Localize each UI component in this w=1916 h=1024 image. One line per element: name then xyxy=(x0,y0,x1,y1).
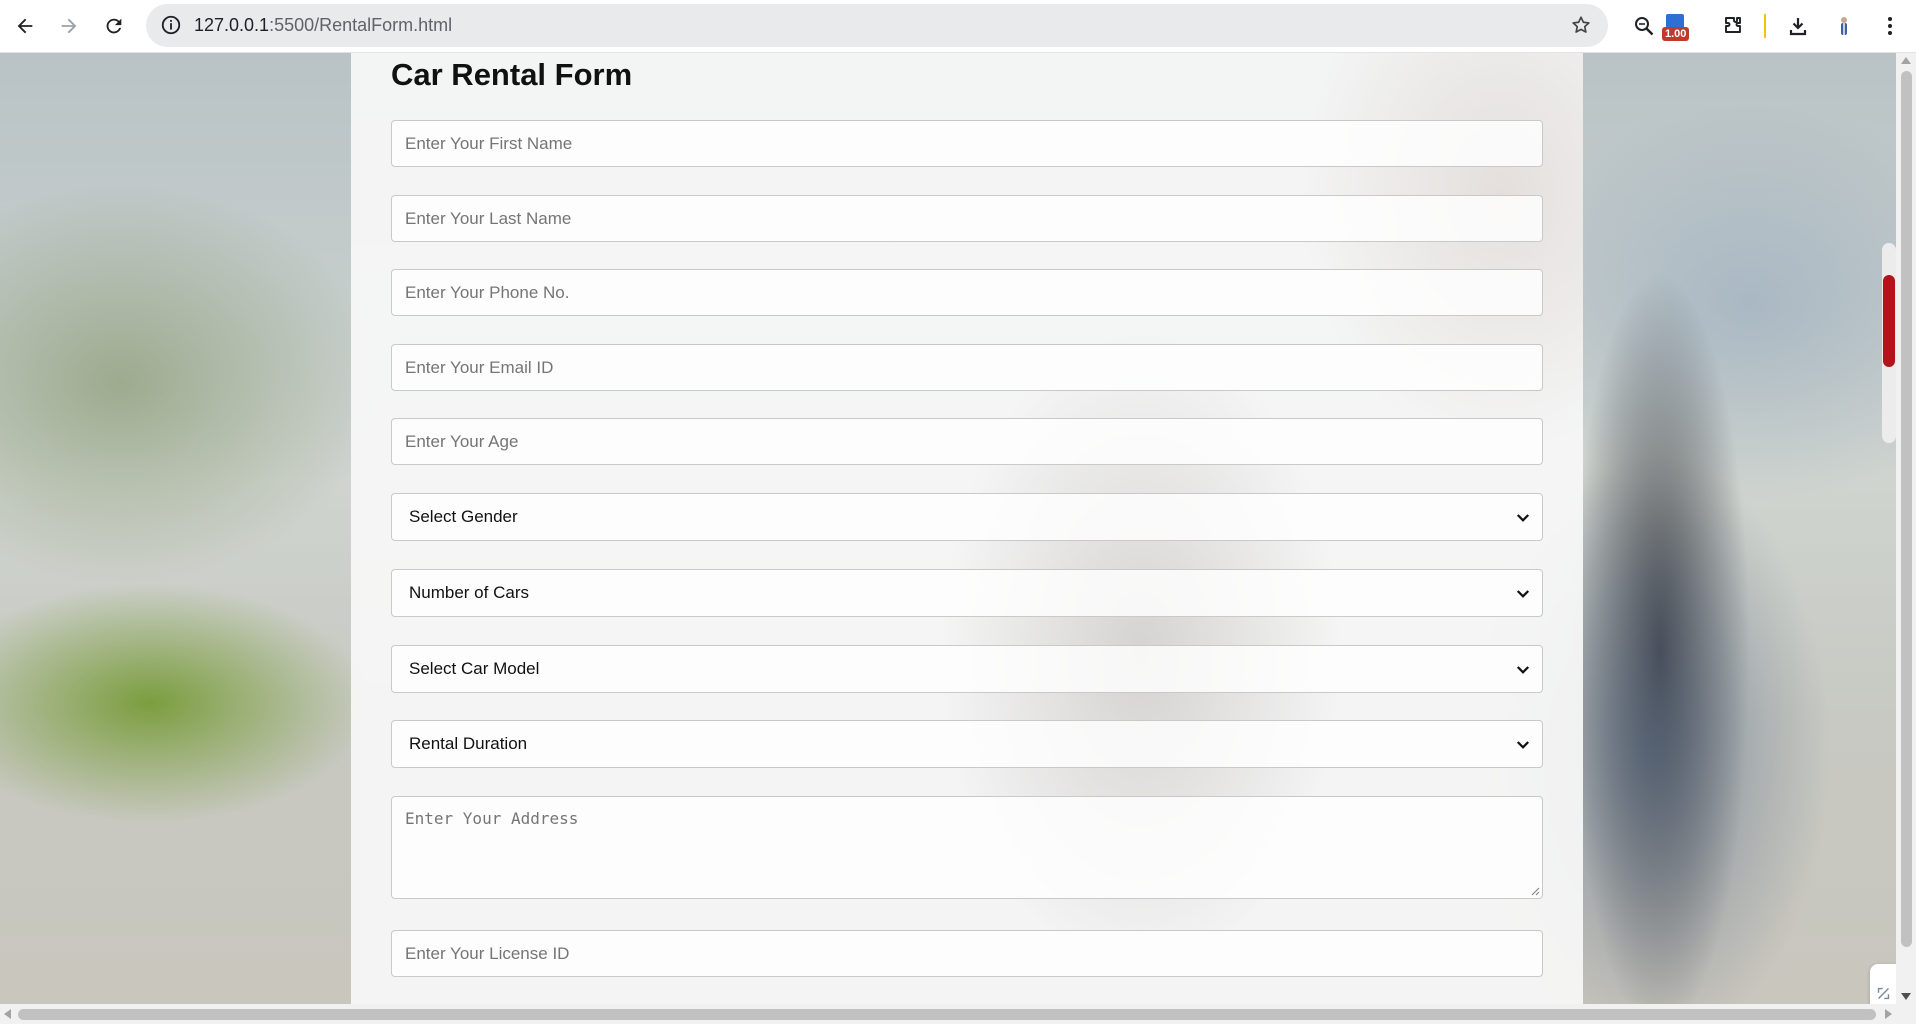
gender-select[interactable]: Select Gender xyxy=(391,493,1543,541)
side-widget-tab[interactable] xyxy=(1870,964,1896,1004)
chevron-down-icon xyxy=(1516,666,1530,674)
back-icon[interactable] xyxy=(8,9,42,43)
forward-icon[interactable] xyxy=(52,9,86,43)
email-input[interactable]: Enter Your Email ID xyxy=(391,344,1543,391)
rental-duration-select[interactable]: Rental Duration xyxy=(391,720,1543,768)
chevron-down-icon xyxy=(1516,514,1530,522)
phone-placeholder: Enter Your Phone No. xyxy=(405,283,570,302)
zoom-icon[interactable] xyxy=(1628,10,1660,42)
first-name-input[interactable]: Enter Your First Name xyxy=(391,120,1543,167)
duration-select-value: Rental Duration xyxy=(409,734,528,753)
bookmark-star-icon[interactable] xyxy=(1570,14,1592,36)
vertical-scroll-thumb[interactable] xyxy=(1901,71,1912,947)
site-info-icon[interactable] xyxy=(160,14,182,36)
extension-badge-count: 1.00 xyxy=(1662,27,1690,41)
rental-form-panel: Car Rental Form Enter Your First Name En… xyxy=(351,53,1583,1004)
model-select-value: Select Car Model xyxy=(409,659,540,678)
reload-icon[interactable] xyxy=(97,9,131,43)
profile-icon[interactable] xyxy=(1828,10,1860,42)
scroll-up-icon[interactable] xyxy=(1901,57,1911,64)
extension-badge-icon[interactable]: 1.00 xyxy=(1660,10,1692,42)
resize-grip-icon[interactable] xyxy=(1530,886,1540,896)
tool-icon xyxy=(1877,987,1890,1000)
menu-icon[interactable] xyxy=(1874,10,1906,42)
url-text[interactable]: 127.0.0.1:5500/RentalForm.html xyxy=(194,15,452,36)
side-indicator xyxy=(1882,243,1896,443)
license-id-input[interactable]: Enter Your License ID xyxy=(391,930,1543,977)
last-name-input[interactable]: Enter Your Last Name xyxy=(391,195,1543,242)
horizontal-scrollbar[interactable] xyxy=(0,1004,1916,1024)
cars-select-value: Number of Cars xyxy=(409,583,529,602)
number-of-cars-select[interactable]: Number of Cars xyxy=(391,569,1543,617)
age-input[interactable]: Enter Your Age xyxy=(391,418,1543,465)
page-viewport: Car Rental Form Enter Your First Name En… xyxy=(0,53,1896,1004)
scroll-right-icon[interactable] xyxy=(1885,1009,1892,1019)
toolbar-separator xyxy=(1764,14,1766,38)
phone-input[interactable]: Enter Your Phone No. xyxy=(391,269,1543,316)
address-bar[interactable]: 127.0.0.1:5500/RentalForm.html xyxy=(146,4,1608,47)
email-placeholder: Enter Your Email ID xyxy=(405,358,554,377)
horizontal-scroll-thumb[interactable] xyxy=(18,1009,1876,1020)
form-title: Car Rental Form xyxy=(391,57,633,92)
address-textarea[interactable]: Enter Your Address xyxy=(391,796,1543,899)
puzzle-icon[interactable] xyxy=(1717,10,1749,42)
chevron-down-icon xyxy=(1516,590,1530,598)
scroll-down-icon[interactable] xyxy=(1901,993,1911,1000)
car-model-select[interactable]: Select Car Model xyxy=(391,645,1543,693)
license-placeholder: Enter Your License ID xyxy=(405,944,570,963)
scroll-left-icon[interactable] xyxy=(4,1009,11,1019)
download-icon[interactable] xyxy=(1782,10,1814,42)
side-indicator-accent xyxy=(1883,275,1895,367)
age-placeholder: Enter Your Age xyxy=(405,432,519,451)
browser-toolbar: 127.0.0.1:5500/RentalForm.html 1.00 xyxy=(0,0,1916,53)
gender-select-value: Select Gender xyxy=(409,507,518,526)
chevron-down-icon xyxy=(1516,741,1530,749)
vertical-scrollbar[interactable] xyxy=(1896,53,1916,1004)
first-name-placeholder: Enter Your First Name xyxy=(405,134,573,153)
address-placeholder: Enter Your Address xyxy=(405,809,579,828)
last-name-placeholder: Enter Your Last Name xyxy=(405,209,572,228)
